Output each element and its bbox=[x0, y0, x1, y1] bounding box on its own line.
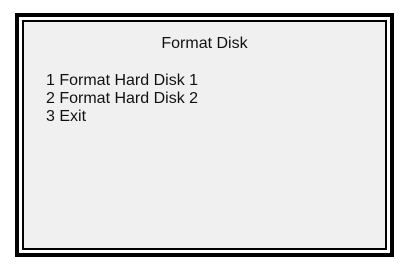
menu-item-format-hard-disk-2[interactable]: 2 Format Hard Disk 2 bbox=[46, 90, 198, 108]
display-frame: Format Disk 1 Format Hard Disk 1 2 Forma… bbox=[15, 13, 394, 257]
menu-screen: Format Disk 1 Format Hard Disk 1 2 Forma… bbox=[22, 20, 387, 250]
menu-list: 1 Format Hard Disk 1 2 Format Hard Disk … bbox=[46, 72, 198, 126]
menu-item-exit[interactable]: 3 Exit bbox=[46, 108, 198, 126]
menu-item-format-hard-disk-1[interactable]: 1 Format Hard Disk 1 bbox=[46, 72, 198, 90]
screen-title: Format Disk bbox=[161, 35, 248, 52]
